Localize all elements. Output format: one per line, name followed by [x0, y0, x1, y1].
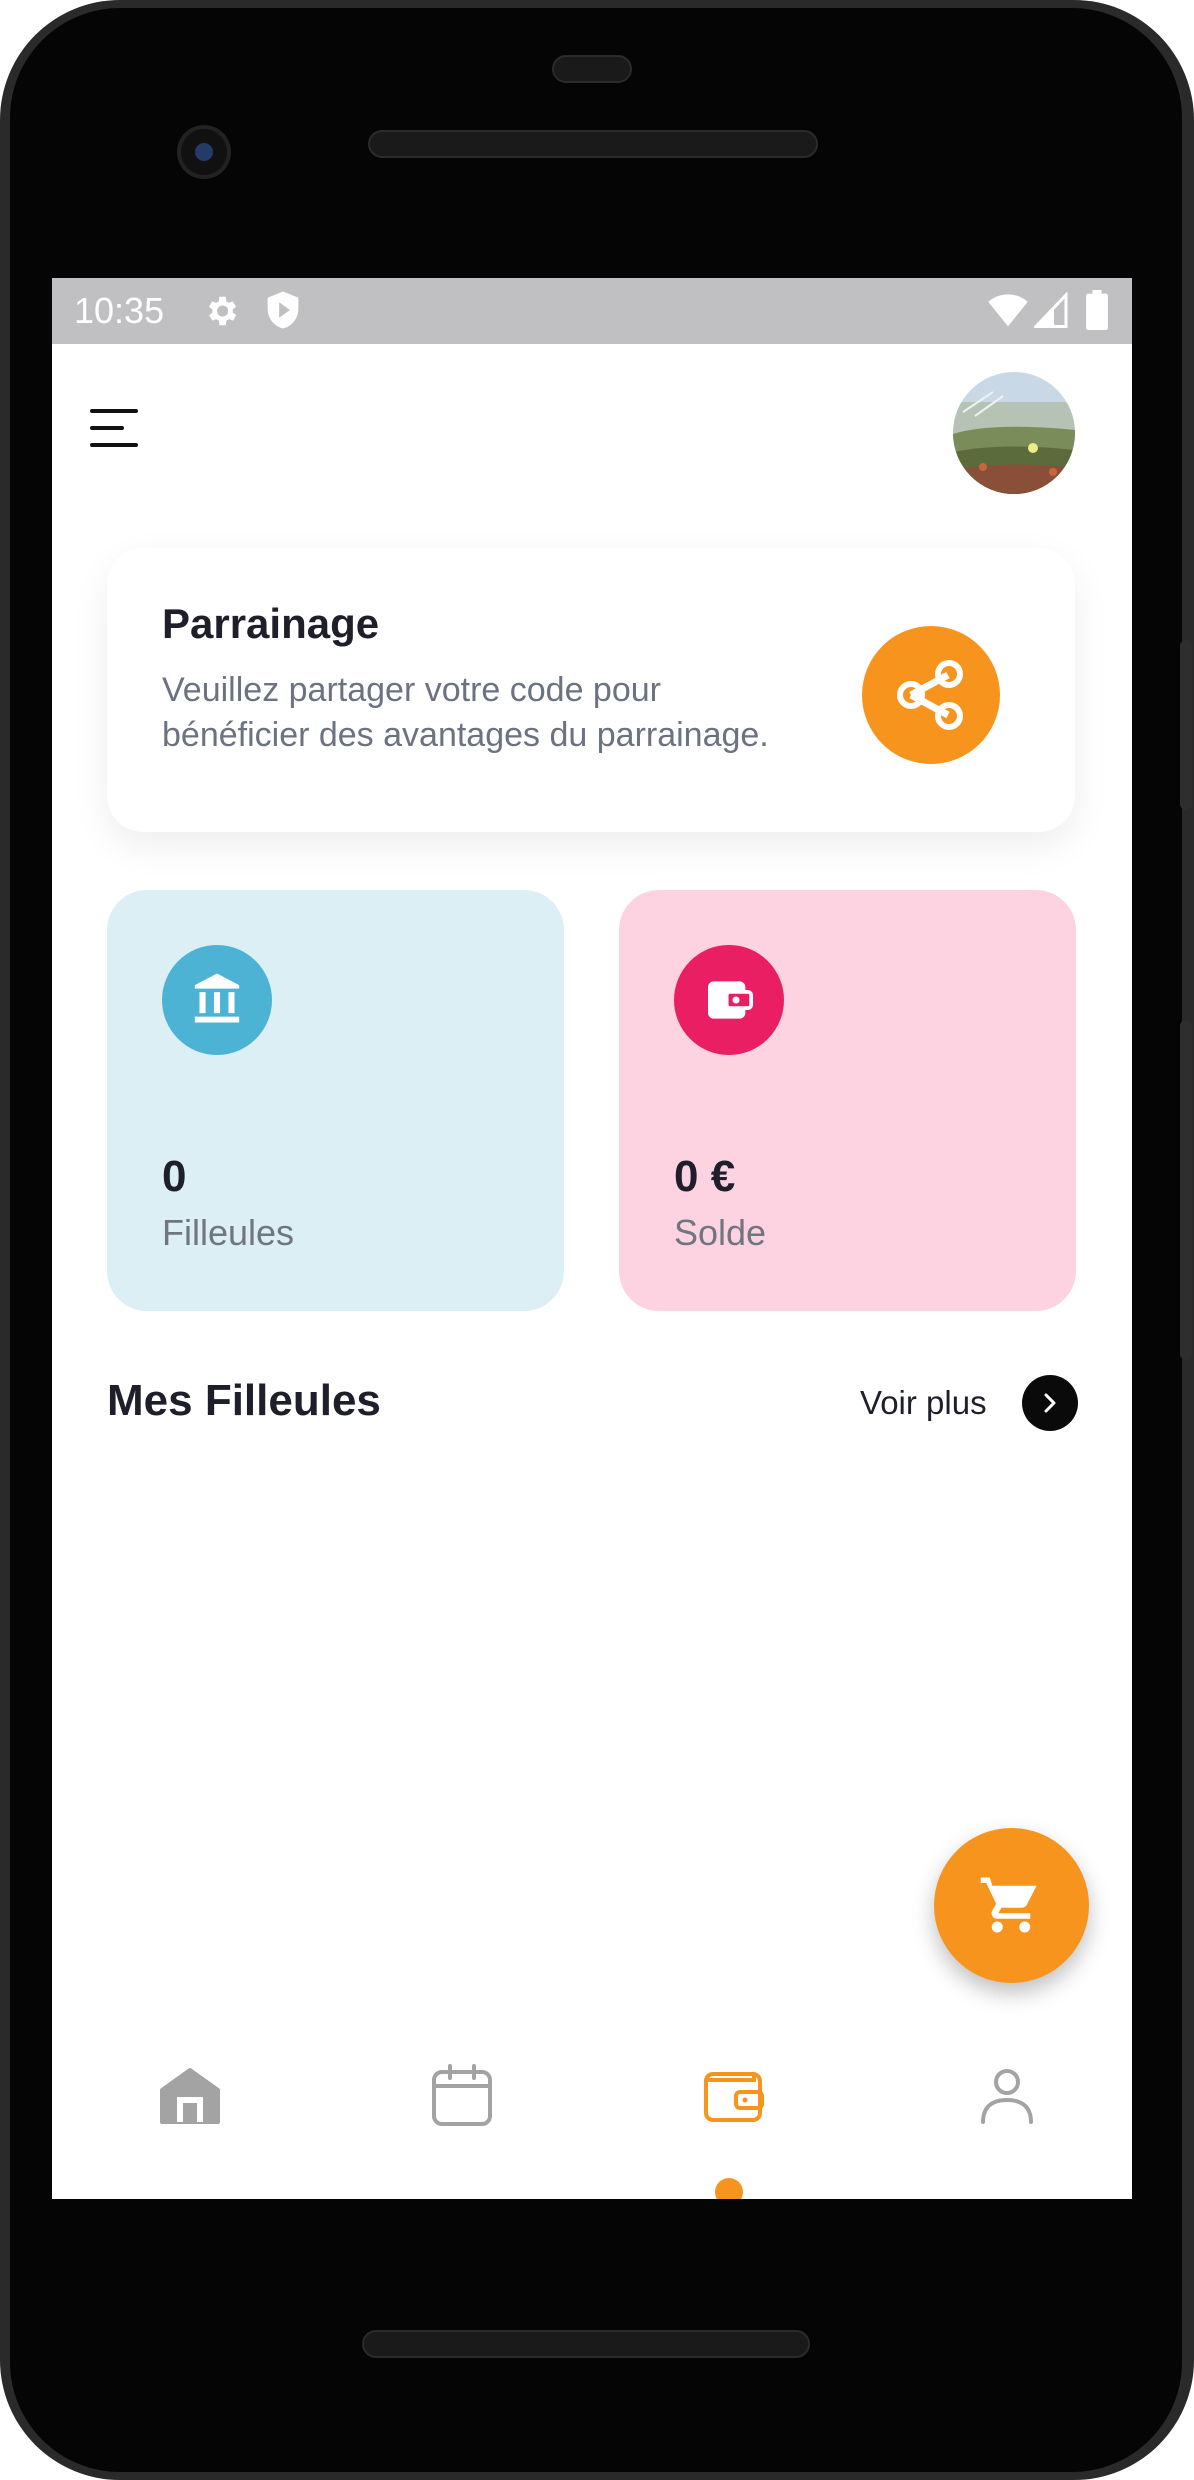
speaker-top — [368, 130, 818, 158]
referrals-label: Filleules — [162, 1212, 295, 1253]
balance-card[interactable]: 0 € Solde — [619, 890, 1076, 1311]
nav-calendar[interactable] — [422, 2056, 502, 2136]
volume-button — [1180, 1020, 1192, 1360]
referral-description: Veuillez partager votre code pour bénéfi… — [162, 671, 769, 754]
menu-button[interactable] — [80, 398, 140, 458]
nav-wallet[interactable] — [694, 2056, 774, 2136]
power-button — [1180, 640, 1192, 810]
share-icon — [897, 660, 963, 730]
battery-icon — [1086, 290, 1108, 335]
section-title: Mes Filleules — [107, 1376, 381, 1425]
balance-label: Solde — [674, 1212, 767, 1253]
balance-value: 0 € — [674, 1152, 736, 1201]
wallet-icon-badge — [674, 945, 784, 1055]
active-nav-indicator — [715, 2178, 743, 2199]
wifi-icon — [988, 292, 1028, 333]
app-screen: 10:35 Parrainage Veuillez partager votre… — [52, 278, 1132, 2199]
referral-card: Parrainage Veuillez partager votre code … — [107, 548, 1075, 832]
referrals-count: 0 — [162, 1152, 187, 1201]
see-more-button[interactable] — [1022, 1375, 1078, 1431]
bank-icon-badge — [162, 945, 272, 1055]
see-more-link[interactable]: Voir plus — [860, 1384, 987, 1422]
status-time: 10:35 — [74, 290, 165, 331]
hamburger-menu-icon — [90, 409, 138, 447]
shield-icon — [264, 290, 302, 335]
bank-icon — [194, 973, 240, 1023]
wallet-icon — [708, 981, 754, 1019]
avatar-image — [953, 372, 1075, 494]
referrals-count-card[interactable]: 0 Filleules — [107, 890, 564, 1311]
share-button[interactable] — [862, 626, 1000, 764]
profile-avatar[interactable] — [953, 372, 1075, 494]
cart-fab[interactable] — [934, 1828, 1089, 1983]
bottom-nav — [52, 2040, 1132, 2199]
calendar-icon — [432, 2064, 492, 2126]
home-icon — [160, 2068, 220, 2124]
earpiece-top — [552, 55, 632, 83]
signal-icon — [1032, 291, 1068, 333]
speaker-bottom — [362, 2330, 810, 2358]
front-camera — [177, 125, 231, 179]
status-bar: 10:35 — [52, 278, 1132, 344]
cart-icon — [980, 1877, 1037, 1933]
nav-profile[interactable] — [967, 2056, 1047, 2136]
wallet-nav-icon — [704, 2072, 764, 2122]
settings-icon — [202, 292, 240, 335]
nav-home[interactable] — [150, 2056, 230, 2136]
chevron-right-icon — [1044, 1393, 1056, 1413]
referral-title: Parrainage — [162, 600, 380, 647]
user-icon — [981, 2069, 1033, 2124]
